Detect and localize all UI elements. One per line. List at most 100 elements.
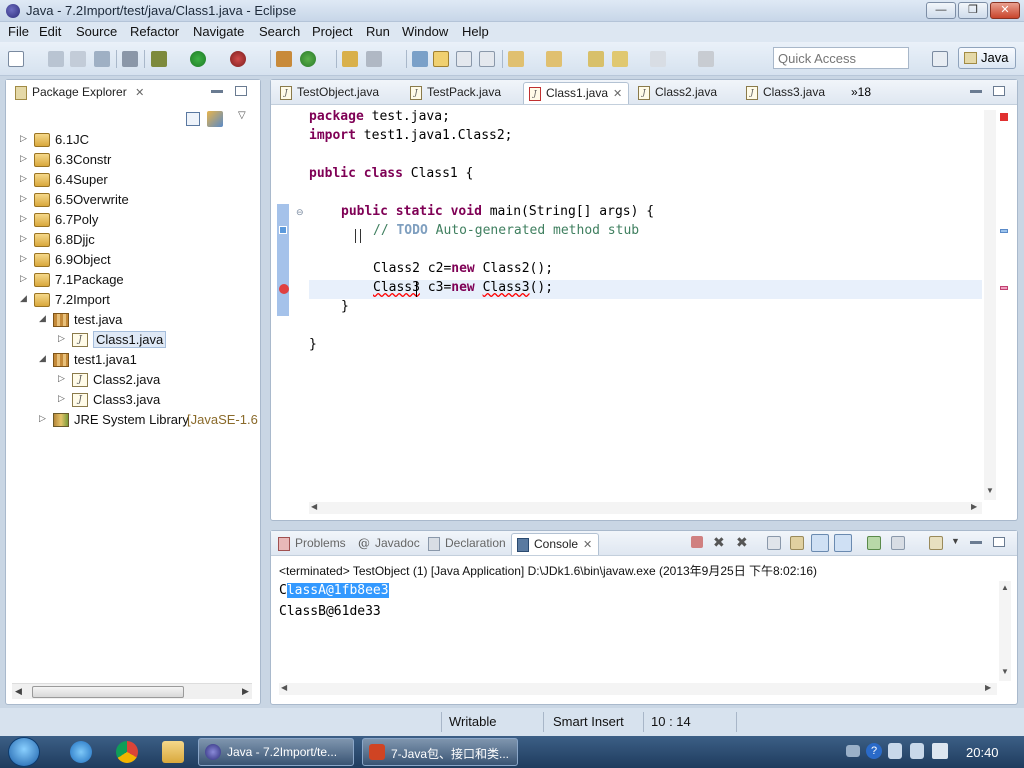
tree-horizontal-scrollbar[interactable]: ◀ ▶: [12, 683, 252, 699]
start-button[interactable]: [8, 737, 40, 767]
block-selection-icon[interactable]: [456, 51, 472, 67]
editor-vertical-scrollbar[interactable]: ▼: [984, 110, 996, 500]
search-icon[interactable]: [366, 51, 382, 67]
show-hidden-icons-icon[interactable]: [910, 743, 924, 759]
scroll-right-icon[interactable]: ▶: [985, 683, 991, 692]
menu-window[interactable]: Window: [402, 24, 448, 39]
previous-annotation-icon[interactable]: [546, 51, 562, 67]
run-icon[interactable]: [190, 51, 206, 67]
maximize-editor-button[interactable]: [993, 86, 1005, 96]
tab-javadoc[interactable]: @ Javadoc: [353, 533, 426, 555]
highlight-icon[interactable]: [433, 51, 449, 67]
open-perspective-icon[interactable]: [932, 51, 948, 67]
tree-item-class3-java[interactable]: ▷ J Class3.java: [58, 390, 246, 410]
external-tools-icon[interactable]: [230, 51, 246, 67]
file-explorer-icon[interactable]: [162, 741, 184, 763]
tree-item-6-4super[interactable]: ▷ 6.4Super: [20, 170, 246, 190]
remove-launch-icon[interactable]: ✖: [713, 534, 725, 551]
tab-package-explorer[interactable]: Package Explorer ✕: [10, 82, 150, 104]
link-with-editor-icon[interactable]: [207, 111, 223, 127]
tab-testobject-java[interactable]: J TestObject.java: [275, 82, 385, 104]
menu-help[interactable]: Help: [462, 24, 489, 39]
new-java-package-icon[interactable]: [276, 51, 292, 67]
display-selected-console-icon[interactable]: [891, 536, 905, 550]
error-overview-marker[interactable]: [1000, 286, 1008, 290]
console-horizontal-scrollbar[interactable]: ◀ ▶: [279, 683, 997, 695]
tab-class3-java[interactable]: J Class3.java: [741, 82, 831, 104]
minimize-button[interactable]: —: [926, 2, 956, 19]
expand-arrow-icon[interactable]: ▷: [39, 413, 46, 424]
keyboard-icon[interactable]: [846, 745, 860, 757]
menu-search[interactable]: Search: [259, 24, 300, 39]
scroll-left-icon[interactable]: ◀: [311, 502, 317, 511]
tree-item-7-2import[interactable]: ◢ 7.2Import: [20, 290, 246, 310]
expand-arrow-icon[interactable]: ▷: [20, 253, 27, 264]
print-icon[interactable]: [94, 51, 110, 67]
open-console-icon[interactable]: [929, 536, 943, 550]
last-edit-location-icon[interactable]: [588, 51, 604, 67]
more-tabs-button[interactable]: »18: [851, 85, 871, 99]
taskbar-powerpoint-window[interactable]: 7-Java包、接口和类...: [362, 738, 518, 766]
taskbar-clock[interactable]: 20:40: [966, 745, 999, 760]
menu-navigate[interactable]: Navigate: [193, 24, 244, 39]
back-icon[interactable]: [612, 51, 628, 67]
skip-breakpoints-icon[interactable]: [122, 51, 138, 67]
internet-explorer-icon[interactable]: [70, 741, 92, 763]
new-icon[interactable]: [8, 51, 24, 67]
menu-refactor[interactable]: Refactor: [130, 24, 179, 39]
expand-arrow-icon[interactable]: ▷: [58, 333, 65, 344]
scroll-down-icon[interactable]: ▼: [986, 486, 994, 495]
expand-arrow-icon[interactable]: ▷: [20, 213, 27, 224]
console-vertical-scrollbar[interactable]: ▲ ▼: [999, 581, 1011, 681]
volume-icon[interactable]: [932, 743, 948, 759]
scroll-right-icon[interactable]: ▶: [242, 686, 249, 697]
expand-arrow-icon[interactable]: ▷: [20, 173, 27, 184]
maximize-button[interactable]: ❐: [958, 2, 988, 19]
scroll-left-icon[interactable]: ◀: [281, 683, 287, 692]
tree-item-test-java[interactable]: ◢ test.java: [39, 310, 246, 330]
tab-problems[interactable]: Problems: [273, 533, 352, 555]
minimize-editor-button[interactable]: [970, 90, 982, 93]
expand-arrow-icon[interactable]: ▷: [20, 153, 27, 164]
open-type-icon[interactable]: [342, 51, 358, 67]
fold-toggle-icon[interactable]: ⊖: [296, 207, 304, 218]
scroll-right-icon[interactable]: ▶: [971, 502, 977, 511]
error-overview-icon[interactable]: [1000, 113, 1008, 121]
close-icon[interactable]: ✕: [135, 87, 144, 99]
tab-declaration[interactable]: Declaration: [423, 533, 512, 555]
tree-item-7-1package[interactable]: ▷ 7.1Package: [20, 270, 246, 290]
tab-testpack-java[interactable]: J TestPack.java: [405, 82, 507, 104]
expand-arrow-icon[interactable]: ▷: [20, 193, 27, 204]
show-console-stderr-icon[interactable]: [834, 534, 852, 552]
pin-editor-icon[interactable]: [698, 51, 714, 67]
collapse-arrow-icon[interactable]: ◢: [39, 353, 46, 364]
clear-console-icon[interactable]: [767, 536, 781, 550]
quick-access-input[interactable]: [773, 47, 909, 69]
scroll-thumb[interactable]: [32, 686, 184, 698]
network-icon[interactable]: [888, 743, 902, 759]
scroll-lock-icon[interactable]: [790, 536, 804, 550]
show-console-stdout-icon[interactable]: [811, 534, 829, 552]
terminate-icon[interactable]: [691, 536, 703, 548]
toggle-mark-occurrences-icon[interactable]: [412, 51, 428, 67]
menu-source[interactable]: Source: [76, 24, 117, 39]
menu-run[interactable]: Run: [366, 24, 390, 39]
menu-edit[interactable]: Edit: [39, 24, 61, 39]
maximize-console-button[interactable]: [993, 537, 1005, 547]
java-perspective-button[interactable]: Java: [958, 47, 1016, 69]
tree-item-6-7poly[interactable]: ▷ 6.7Poly: [20, 210, 246, 230]
close-button[interactable]: ✕: [990, 2, 1020, 19]
task-overview-marker[interactable]: [1000, 229, 1008, 233]
save-all-icon[interactable]: [70, 51, 86, 67]
forward-icon[interactable]: [650, 51, 666, 67]
scroll-down-icon[interactable]: ▼: [1001, 667, 1009, 676]
console-output-line[interactable]: ClassB@61de33: [279, 604, 381, 619]
scroll-left-icon[interactable]: ◀: [15, 686, 22, 697]
editor-horizontal-scrollbar[interactable]: ◀ ▶: [309, 502, 982, 514]
expand-arrow-icon[interactable]: ▷: [20, 273, 27, 284]
remove-all-launches-icon[interactable]: ✖: [736, 534, 748, 551]
tree-item-6-1jc[interactable]: ▷ 6.1JC: [20, 130, 246, 150]
debug-icon[interactable]: [151, 51, 167, 67]
collapse-arrow-icon[interactable]: ◢: [39, 313, 46, 324]
tree-item-class1-java[interactable]: ▷ J Class1.java: [58, 330, 246, 350]
